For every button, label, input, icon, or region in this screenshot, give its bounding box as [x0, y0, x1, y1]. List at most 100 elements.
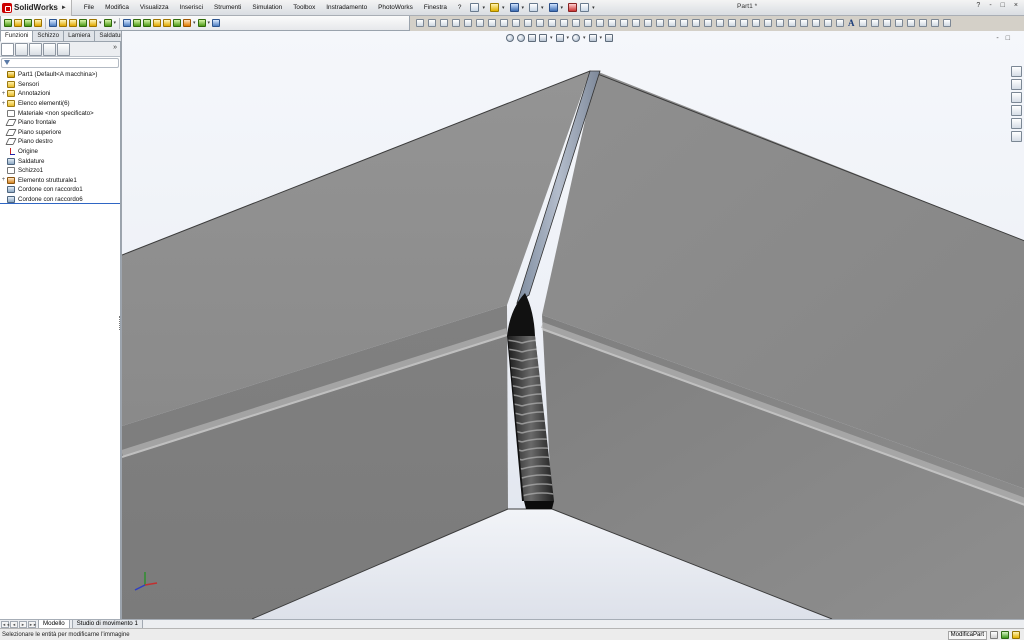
tree-item[interactable]: Piano superiore [0, 128, 120, 138]
weld-bead-icon[interactable] [656, 19, 664, 27]
reference-plane-icon[interactable] [692, 19, 700, 27]
coordinate-system-icon[interactable] [716, 19, 724, 27]
chevron-down-icon[interactable]: ▾ [114, 20, 117, 26]
geometric-tolerance-icon[interactable] [788, 19, 796, 27]
chevron-down-icon[interactable]: ▾ [550, 35, 553, 41]
last-tab-arrow-icon[interactable]: ►► [28, 620, 37, 628]
menu-strumenti[interactable]: Strumenti [208, 4, 246, 11]
units-icon[interactable] [990, 631, 998, 639]
wrap-icon[interactable] [153, 19, 162, 27]
menu-finestra[interactable]: Finestra [418, 4, 452, 11]
tree-item[interactable]: Part1 (Default<A macchina>) [0, 70, 120, 80]
solidworks-logo-button[interactable]: SolidWorks ► [0, 0, 72, 16]
offset-icon[interactable] [512, 19, 520, 27]
tree-item[interactable]: Saldature [0, 156, 120, 166]
previous-view-icon[interactable] [528, 34, 536, 42]
swept-boss-icon[interactable] [24, 19, 32, 27]
zoom-icon[interactable] [858, 19, 867, 27]
pan-icon[interactable] [918, 19, 927, 27]
print-icon[interactable] [529, 3, 539, 12]
chevron-down-icon[interactable]: ▾ [193, 20, 196, 26]
view-palette-icon[interactable] [1011, 105, 1022, 116]
menu-modifica[interactable]: Modifica [99, 4, 134, 11]
weld-symbol-icon[interactable] [800, 19, 808, 27]
lofted-cut-icon[interactable] [79, 19, 87, 27]
file-explorer-icon[interactable] [1011, 92, 1022, 103]
trim-extend-icon[interactable] [620, 19, 628, 27]
display-manager-tab-icon[interactable] [57, 42, 70, 56]
smart-dimension-icon[interactable] [428, 19, 436, 27]
close-button[interactable]: × [1014, 2, 1018, 9]
expand-toggle-icon[interactable]: + [0, 177, 7, 183]
structural-member-icon[interactable] [608, 19, 616, 27]
appearance-icon[interactable] [572, 19, 580, 27]
gusset-icon[interactable] [644, 19, 652, 27]
tree-item[interactable]: Origine [0, 147, 120, 157]
first-tab-arrow-icon[interactable]: ◄◄ [1, 620, 10, 628]
configuration-manager-tab-icon[interactable] [29, 42, 42, 56]
fillet-icon[interactable] [89, 19, 97, 27]
tag-icon[interactable] [812, 19, 820, 27]
menu-inserisci[interactable]: Inserisci [174, 4, 208, 11]
linear-pattern-icon[interactable] [103, 19, 112, 27]
lofted-boss-icon[interactable] [34, 19, 42, 27]
display-style-icon[interactable] [572, 34, 581, 42]
revolved-cut-icon[interactable] [59, 19, 67, 27]
view-orientation-icon[interactable] [555, 34, 564, 42]
expand-panel-button[interactable]: » [113, 44, 117, 51]
chevron-down-icon[interactable]: ▾ [541, 5, 544, 11]
balloon-icon[interactable] [740, 19, 748, 27]
maximize-button[interactable]: □ [1001, 2, 1005, 9]
rebuild-status-icon[interactable] [1001, 631, 1009, 639]
surface-finish-icon[interactable] [776, 19, 784, 27]
previous-tab-arrow-icon[interactable]: ◄ [10, 620, 18, 628]
rotate-view-icon[interactable] [906, 19, 915, 27]
annotation-text-icon[interactable]: A [848, 18, 855, 28]
next-tab-arrow-icon[interactable]: ► [19, 620, 27, 628]
solidworks-resources-icon[interactable] [1011, 66, 1022, 77]
design-library-icon[interactable] [1011, 79, 1022, 90]
tree-item[interactable]: Piano destro [0, 137, 120, 147]
zoom-area-icon[interactable] [870, 19, 879, 27]
open-folder-icon[interactable] [490, 3, 499, 12]
tree-item[interactable]: + Elemento strutturale1 [0, 176, 120, 186]
rib-icon[interactable] [123, 19, 132, 27]
tree-item[interactable]: + Elenco elementi(6) [0, 99, 120, 109]
save-icon[interactable] [509, 3, 519, 12]
revolved-boss-icon[interactable] [14, 19, 22, 27]
filter-icon[interactable] [836, 19, 844, 27]
tree-item[interactable]: Cordone con raccordo1 [0, 185, 120, 195]
feature-tree-filter[interactable] [1, 58, 119, 68]
graphics-area[interactable]: ▾ ▾ ▾ ▾ - □ [121, 31, 1024, 619]
tree-item[interactable]: Cordone con raccordo6 [0, 195, 120, 205]
reference-geometry-icon[interactable] [183, 19, 192, 27]
measure-icon[interactable] [536, 19, 544, 27]
menu-help[interactable]: ? [452, 4, 467, 11]
tree-item[interactable]: Sensori [0, 80, 120, 90]
custom-properties-icon[interactable] [1011, 131, 1022, 142]
new-document-icon[interactable] [470, 3, 480, 12]
expand-toggle-icon[interactable]: + [0, 91, 7, 97]
rebuild-icon[interactable] [568, 3, 578, 12]
arc-icon[interactable] [476, 19, 484, 27]
chevron-down-icon[interactable]: ▾ [208, 20, 211, 26]
mirror-entities-icon[interactable] [524, 19, 532, 27]
zoom-to-fit-icon[interactable] [506, 34, 514, 42]
chevron-down-icon[interactable]: ▾ [583, 35, 586, 41]
viewport-restore-button[interactable]: □ [1006, 35, 1010, 42]
tab-funzioni[interactable]: Funzioni [0, 31, 34, 42]
tab-lamiera[interactable]: Lamiera [63, 31, 96, 42]
model-view[interactable] [122, 31, 1024, 619]
property-manager-tab-icon[interactable] [15, 42, 28, 56]
photoworks-icon[interactable] [584, 19, 592, 27]
dimension-icon[interactable] [752, 19, 760, 27]
minimize-button[interactable]: - [989, 2, 991, 9]
circle-icon[interactable] [464, 19, 472, 27]
zoom-selection-icon[interactable] [894, 19, 903, 27]
mass-properties-icon[interactable] [548, 19, 556, 27]
select-icon[interactable] [824, 19, 832, 27]
sketch-line-icon[interactable] [440, 19, 448, 27]
menu-file[interactable]: File [78, 4, 99, 11]
chevron-down-icon[interactable]: ▾ [99, 20, 102, 26]
zoom-in-out-icon[interactable] [882, 19, 891, 27]
